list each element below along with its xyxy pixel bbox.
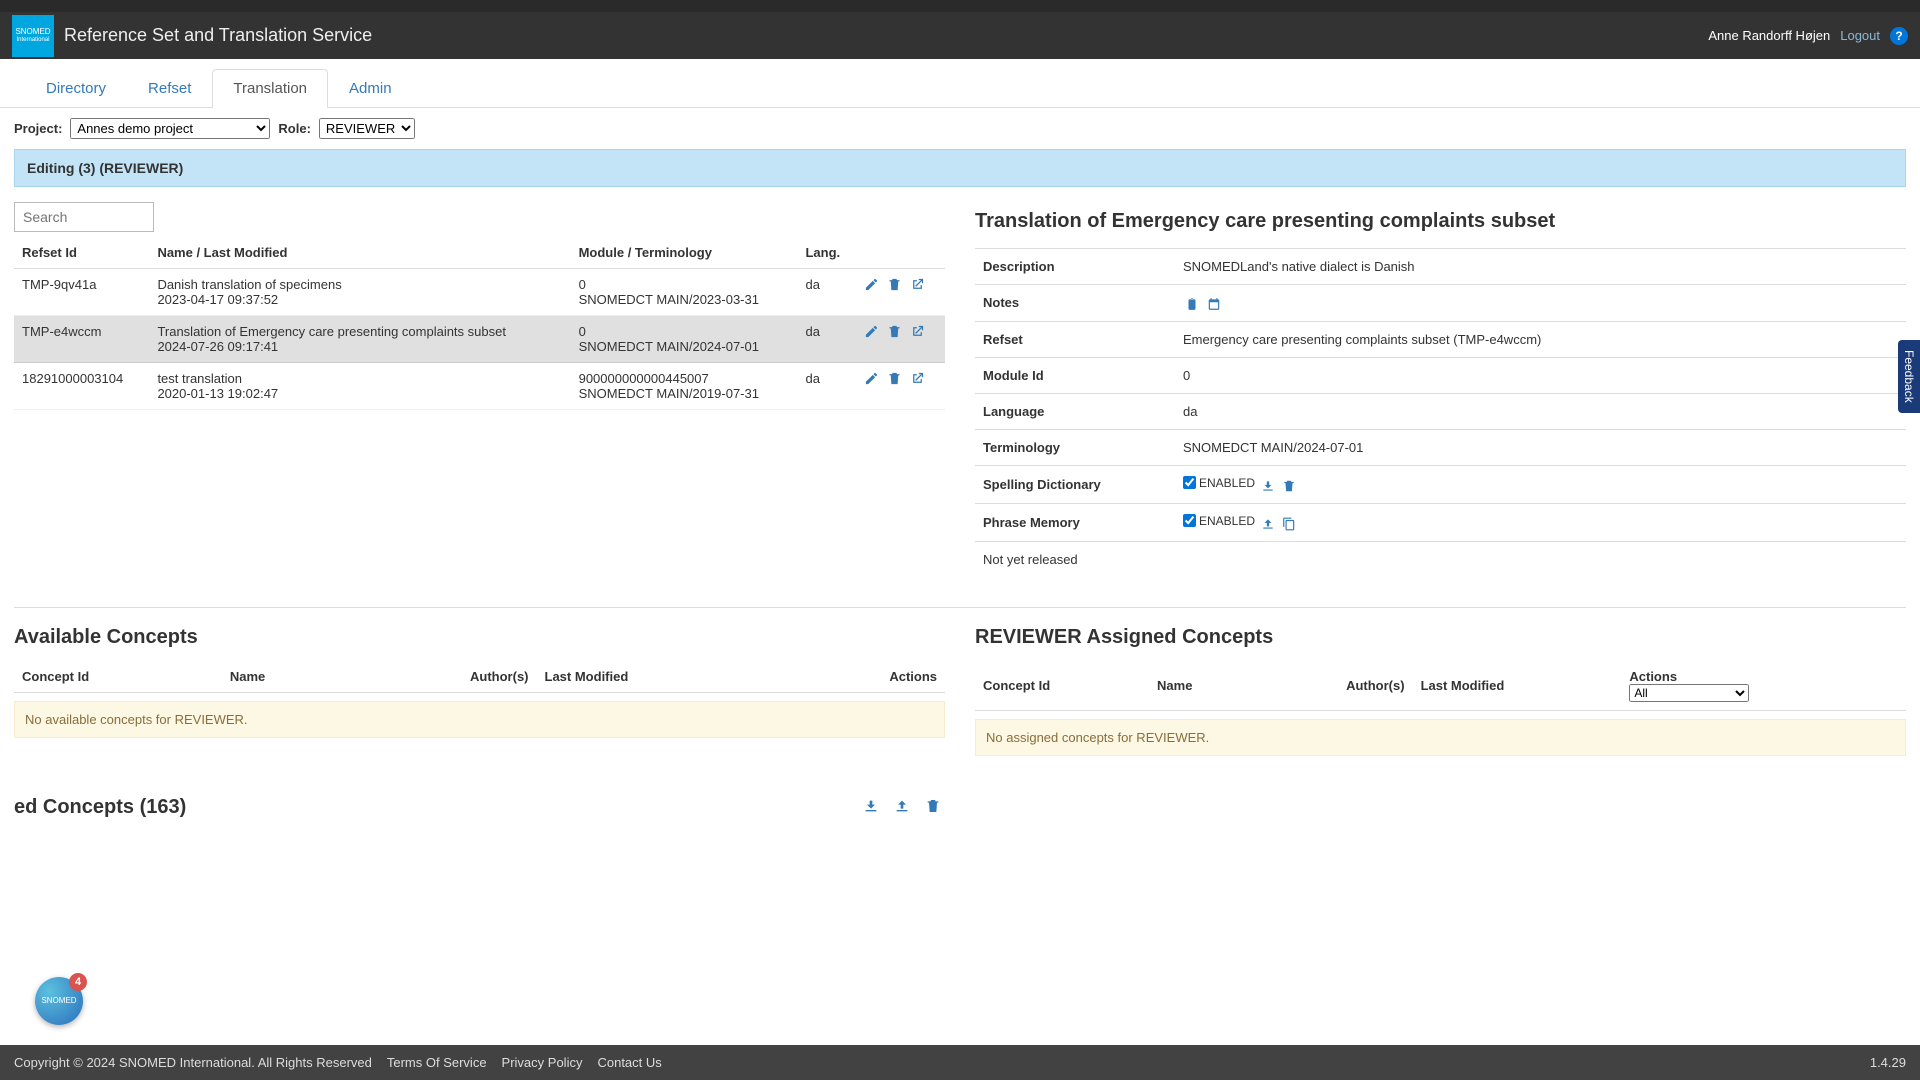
available-table: Concept Id Name Author(s) Last Modified … [14,661,945,693]
tab-translation[interactable]: Translation [212,69,328,108]
download-icon[interactable] [1261,479,1275,493]
delete-icon[interactable] [1282,479,1296,493]
project-role-controls: Project: Annes demo project Role: REVIEW… [0,108,1920,149]
copyright: Copyright © 2024 SNOMED International. A… [14,1055,372,1070]
copy-icon[interactable] [1282,517,1296,531]
delete-icon[interactable] [887,371,902,389]
tab-refset[interactable]: Refset [127,69,212,107]
version: 1.4.29 [1870,1055,1906,1070]
table-row[interactable]: TMP-9qv41a Danish translation of specime… [14,269,945,316]
assigned-table: Concept Id Name Author(s) Last Modified … [975,661,1906,711]
notification-count: 4 [69,973,87,991]
tab-admin[interactable]: Admin [328,69,413,107]
main-tabs: Directory Refset Translation Admin [0,59,1920,108]
delete-icon[interactable] [925,798,941,817]
logo-text-2: International [16,37,49,44]
feedback-tab[interactable]: Feedback [1898,340,1920,413]
terms-link[interactable]: Terms Of Service [387,1055,487,1070]
detail-table: DescriptionSNOMEDLand's native dialect i… [975,248,1906,577]
spelling-enabled-toggle[interactable]: ENABLED [1183,476,1255,490]
col-module: Module / Terminology [571,237,798,269]
editing-banner: Editing (3) (REVIEWER) [14,149,1906,187]
actions-filter-select[interactable]: All [1629,684,1749,702]
browser-toolbar [0,0,1920,12]
open-icon[interactable] [910,371,925,389]
available-title: Available Concepts [14,626,945,649]
current-user: Anne Randorff Højen [1708,28,1830,43]
table-row[interactable]: 18291000003104 test translation 2020-01-… [14,363,945,410]
col-refset-id: Refset Id [14,237,149,269]
calendar-icon[interactable] [1207,297,1221,311]
edit-icon[interactable] [864,324,879,342]
logout-link[interactable]: Logout [1840,28,1880,43]
phrase-enabled-toggle[interactable]: ENABLED [1183,514,1255,528]
edit-icon[interactable] [864,277,879,295]
notification-bubble[interactable]: SNOMED 4 [35,977,83,1025]
available-empty: No available concepts for REVIEWER. [14,701,945,738]
upload-icon[interactable] [1261,517,1275,531]
upload-icon[interactable] [894,798,910,817]
open-icon[interactable] [910,324,925,342]
help-icon[interactable]: ? [1890,27,1908,45]
contact-link[interactable]: Contact Us [597,1055,661,1070]
project-select[interactable]: Annes demo project [70,118,270,139]
app-header: SNOMED International Reference Set and T… [0,12,1920,59]
role-select[interactable]: REVIEWER [319,118,415,139]
open-icon[interactable] [910,277,925,295]
table-row[interactable]: TMP-e4wccm Translation of Emergency care… [14,316,945,363]
logo-text-1: SNOMED [15,28,50,37]
snomed-logo: SNOMED International [12,15,54,57]
clipboard-icon[interactable] [1185,297,1199,311]
edit-icon[interactable] [864,371,879,389]
footer: Copyright © 2024 SNOMED International. A… [0,1045,1920,1080]
role-label: Role: [278,121,311,136]
delete-icon[interactable] [887,324,902,342]
project-label: Project: [14,121,62,136]
privacy-link[interactable]: Privacy Policy [502,1055,583,1070]
translations-table: Refset Id Name / Last Modified Module / … [14,237,945,410]
tab-directory[interactable]: Directory [25,69,127,107]
app-title: Reference Set and Translation Service [64,25,372,46]
detail-title: Translation of Emergency care presenting… [975,202,1906,233]
col-lang: Lang. [797,237,856,269]
col-name: Name / Last Modified [149,237,570,269]
finished-title: ed Concepts (163) [14,796,186,819]
assigned-title: REVIEWER Assigned Concepts [975,626,1906,649]
delete-icon[interactable] [887,277,902,295]
download-icon[interactable] [863,798,879,817]
search-input[interactable] [14,202,154,232]
assigned-empty: No assigned concepts for REVIEWER. [975,719,1906,756]
